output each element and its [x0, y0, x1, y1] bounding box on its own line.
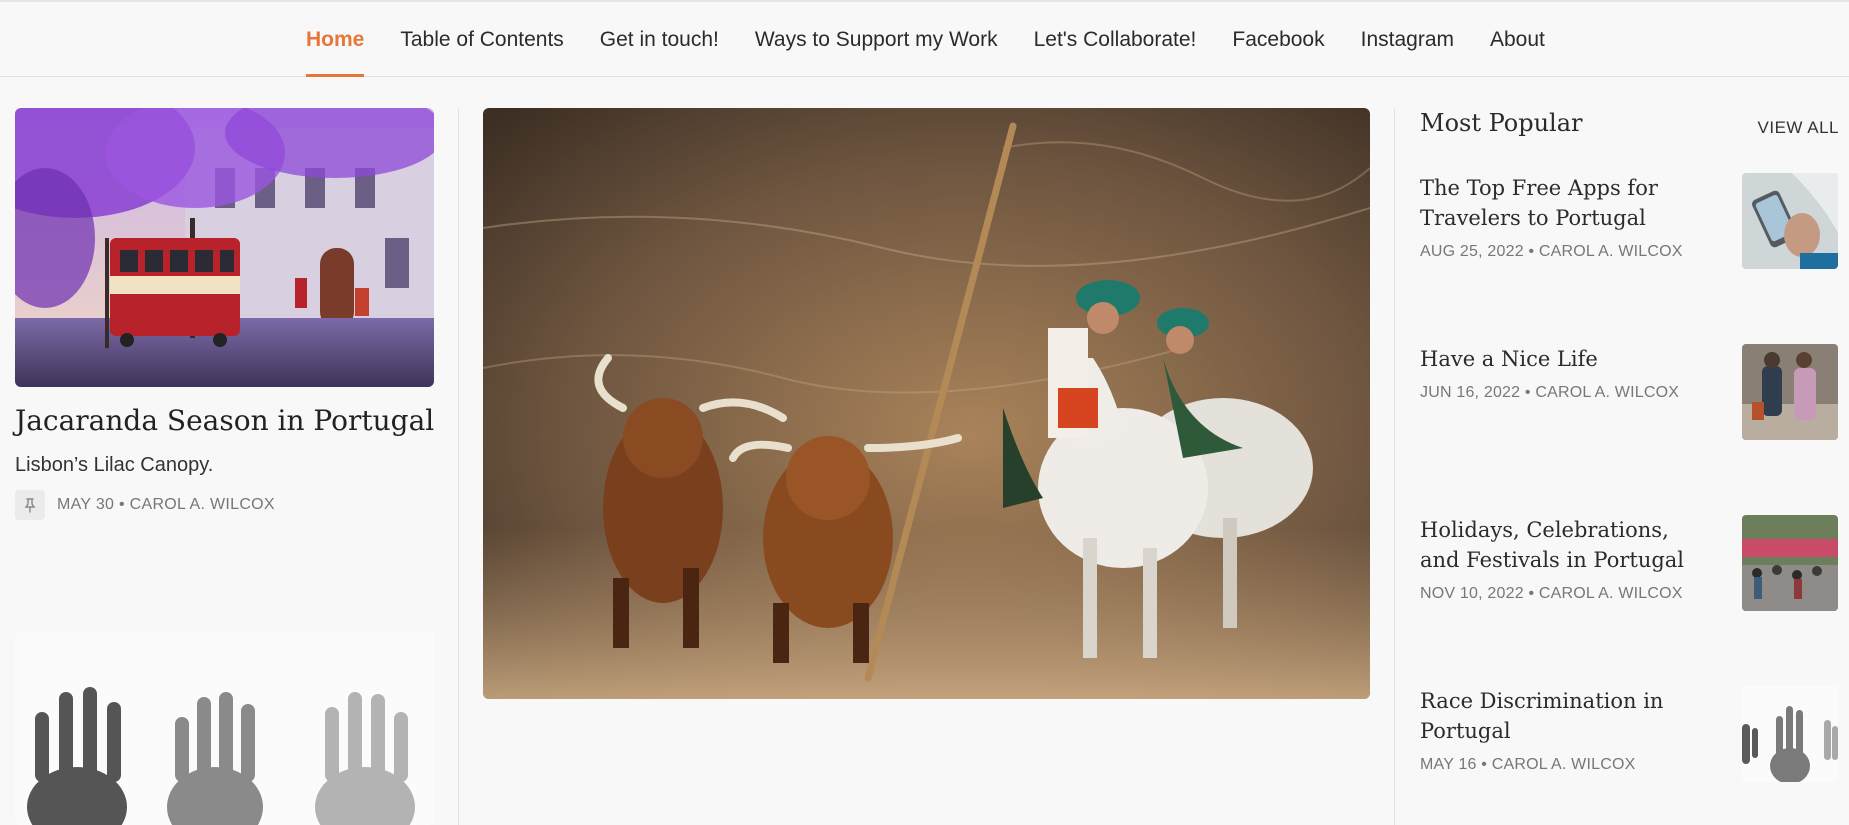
featured-image[interactable] — [15, 108, 434, 387]
main-nav: Home Table of Contents Get in touch! Way… — [0, 2, 1849, 77]
nav-item-instagram[interactable]: Instagram — [1361, 2, 1454, 76]
featured-post-subtitle: Lisbon’s Lilac Canopy. — [15, 454, 214, 476]
popular-item-thumbnail[interactable] — [1742, 515, 1838, 611]
nav-items: Home Table of Contents Get in touch! Way… — [306, 2, 1581, 77]
nav-item-collaborate[interactable]: Let's Collaborate! — [1034, 2, 1197, 76]
popular-item-title[interactable]: Have a Nice Life — [1420, 344, 1710, 374]
nav-item-facebook[interactable]: Facebook — [1232, 2, 1324, 76]
popular-item-title[interactable]: Holidays, Celebrations, and Festivals in… — [1420, 515, 1710, 575]
nav-item-support[interactable]: Ways to Support my Work — [755, 2, 998, 76]
popular-item[interactable]: Holidays, Celebrations, and Festivals in… — [1420, 515, 1838, 611]
hero-image[interactable] — [483, 108, 1370, 699]
nav-item-home[interactable]: Home — [306, 2, 365, 77]
popular-item[interactable]: The Top Free Apps for Travelers to Portu… — [1420, 173, 1838, 269]
nav-item-table-of-contents[interactable]: Table of Contents — [400, 2, 563, 76]
popular-item[interactable]: Race Discrimination in Portugal MAY 16 •… — [1420, 686, 1838, 782]
popular-item-thumbnail[interactable] — [1742, 344, 1838, 440]
popular-item[interactable]: Have a Nice Life JUN 16, 2022 • CAROL A.… — [1420, 344, 1838, 440]
most-popular-heading: Most Popular — [1420, 109, 1583, 137]
featured-post-meta: MAY 30 • CAROL A. WILCOX — [15, 490, 275, 520]
pin-icon — [15, 490, 45, 520]
view-all-link[interactable]: VIEW ALL — [1758, 118, 1839, 138]
popular-item-thumbnail[interactable] — [1742, 686, 1838, 782]
nav-item-get-in-touch[interactable]: Get in touch! — [600, 2, 719, 76]
nav-item-about[interactable]: About — [1490, 2, 1545, 76]
popular-item-thumbnail[interactable] — [1742, 173, 1838, 269]
featured-post-date-author: MAY 30 • CAROL A. WILCOX — [57, 496, 275, 513]
secondary-post-image[interactable] — [15, 632, 434, 825]
popular-item-title[interactable]: The Top Free Apps for Travelers to Portu… — [1420, 173, 1710, 233]
column-divider-right — [1394, 108, 1395, 825]
popular-item-title[interactable]: Race Discrimination in Portugal — [1420, 686, 1710, 746]
column-divider-left — [458, 108, 459, 825]
featured-post-title[interactable]: Jacaranda Season in Portugal — [15, 404, 434, 437]
